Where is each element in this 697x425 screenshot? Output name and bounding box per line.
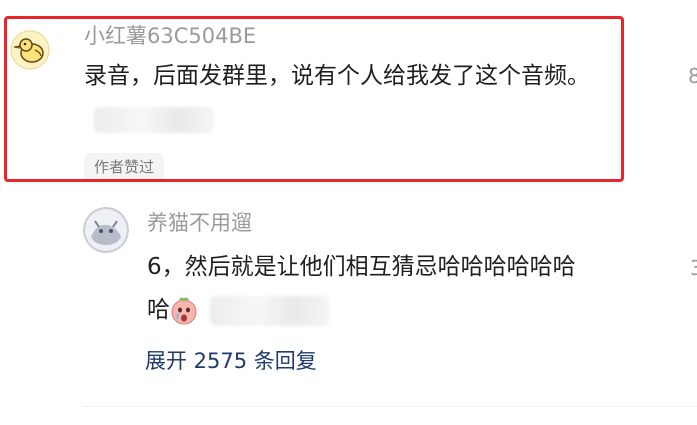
- reply-text: 6，然后就是让他们相互猜忌哈哈哈哈哈哈 哈: [147, 246, 667, 332]
- reply-text-line2-row: 哈: [147, 289, 667, 332]
- reply-like-count[interactable]: 3: [690, 256, 697, 280]
- reply-username[interactable]: 养猫不用遛: [147, 207, 252, 237]
- redacted-blur: [210, 295, 330, 326]
- like-count[interactable]: 8: [688, 64, 697, 88]
- divider: [82, 406, 697, 407]
- reply-text-line1: 6，然后就是让他们相互猜忌哈哈哈哈哈哈: [147, 254, 576, 280]
- expand-replies-link[interactable]: 展开 2575 条回复: [145, 345, 317, 375]
- crying-face-emoji-icon: [170, 297, 198, 325]
- highlight-box: [4, 16, 624, 182]
- reply-text-line2: 哈: [147, 297, 170, 323]
- reply-avatar[interactable]: [83, 207, 129, 253]
- cat-avatar-icon: [83, 207, 129, 253]
